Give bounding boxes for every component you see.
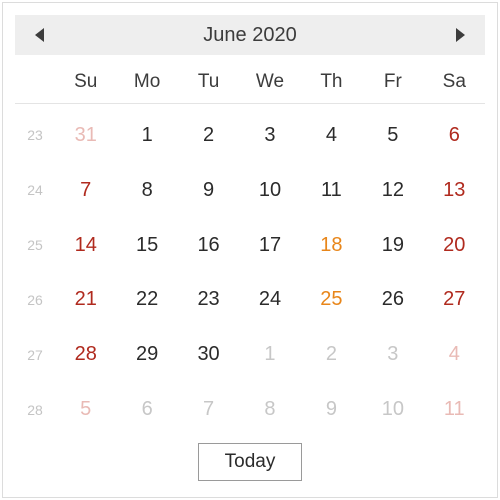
calendar-footer: Today — [15, 437, 485, 481]
day-cell[interactable]: 7 — [178, 392, 239, 427]
day-cell[interactable]: 24 — [239, 282, 300, 317]
week-row: 2478910111213 — [15, 163, 485, 218]
day-cell[interactable]: 14 — [55, 228, 116, 263]
week-number: 25 — [15, 237, 55, 253]
week-number: 28 — [15, 402, 55, 418]
calendar-grid: Su Mo Tu We Th Fr Sa 2331123456247891011… — [15, 71, 485, 437]
calendar: June 2020 Su Mo Tu We Th Fr Sa 233112345… — [2, 2, 498, 498]
dow-we: We — [239, 71, 300, 93]
day-cell[interactable]: 29 — [116, 337, 177, 372]
day-cell[interactable]: 5 — [362, 118, 423, 153]
dow-su: Su — [55, 71, 116, 93]
day-cell[interactable]: 25 — [301, 282, 362, 317]
week-row: 2621222324252627 — [15, 272, 485, 327]
day-cell[interactable]: 2 — [178, 118, 239, 153]
day-cell[interactable]: 12 — [362, 173, 423, 208]
weeks-container: 2331123456247891011121325141516171819202… — [15, 108, 485, 437]
day-cell[interactable]: 19 — [362, 228, 423, 263]
today-button[interactable]: Today — [198, 443, 303, 481]
week-number: 23 — [15, 127, 55, 143]
day-cell[interactable]: 11 — [424, 392, 485, 427]
day-cell[interactable]: 11 — [301, 173, 362, 208]
day-cell[interactable]: 1 — [239, 337, 300, 372]
day-cell[interactable]: 10 — [239, 173, 300, 208]
day-cell[interactable]: 7 — [55, 173, 116, 208]
day-cell[interactable]: 15 — [116, 228, 177, 263]
day-cell[interactable]: 18 — [301, 228, 362, 263]
week-row: 28567891011 — [15, 382, 485, 437]
day-cell[interactable]: 23 — [178, 282, 239, 317]
day-cell[interactable]: 9 — [178, 173, 239, 208]
day-cell[interactable]: 10 — [362, 392, 423, 427]
day-cell[interactable]: 2 — [301, 337, 362, 372]
dow-fr: Fr — [362, 71, 423, 93]
dow-th: Th — [301, 71, 362, 93]
day-cell[interactable]: 27 — [424, 282, 485, 317]
day-cell[interactable]: 16 — [178, 228, 239, 263]
dow-tu: Tu — [178, 71, 239, 93]
week-number: 26 — [15, 292, 55, 308]
calendar-header: June 2020 — [15, 15, 485, 55]
day-cell[interactable]: 22 — [116, 282, 177, 317]
day-cell[interactable]: 4 — [424, 337, 485, 372]
day-cell[interactable]: 13 — [424, 173, 485, 208]
day-cell[interactable]: 1 — [116, 118, 177, 153]
day-cell[interactable]: 20 — [424, 228, 485, 263]
day-cell[interactable]: 3 — [239, 118, 300, 153]
day-cell[interactable]: 9 — [301, 392, 362, 427]
chevron-right-icon[interactable] — [456, 28, 465, 42]
day-cell[interactable]: 6 — [424, 118, 485, 153]
day-of-week-row: Su Mo Tu We Th Fr Sa — [15, 71, 485, 104]
week-number: 24 — [15, 182, 55, 198]
week-col-spacer — [15, 71, 55, 93]
dow-mo: Mo — [116, 71, 177, 93]
day-cell[interactable]: 30 — [178, 337, 239, 372]
week-row: 2331123456 — [15, 108, 485, 163]
calendar-title[interactable]: June 2020 — [203, 24, 296, 47]
dow-sa: Sa — [424, 71, 485, 93]
day-cell[interactable]: 6 — [116, 392, 177, 427]
day-cell[interactable]: 8 — [116, 173, 177, 208]
chevron-left-icon[interactable] — [35, 28, 44, 42]
day-cell[interactable]: 4 — [301, 118, 362, 153]
day-cell[interactable]: 8 — [239, 392, 300, 427]
day-cell[interactable]: 17 — [239, 228, 300, 263]
day-cell[interactable]: 26 — [362, 282, 423, 317]
week-row: 272829301234 — [15, 327, 485, 382]
day-cell[interactable]: 28 — [55, 337, 116, 372]
day-cell[interactable]: 5 — [55, 392, 116, 427]
week-number: 27 — [15, 347, 55, 363]
day-cell[interactable]: 3 — [362, 337, 423, 372]
day-cell[interactable]: 31 — [55, 118, 116, 153]
day-cell[interactable]: 21 — [55, 282, 116, 317]
week-row: 2514151617181920 — [15, 218, 485, 273]
